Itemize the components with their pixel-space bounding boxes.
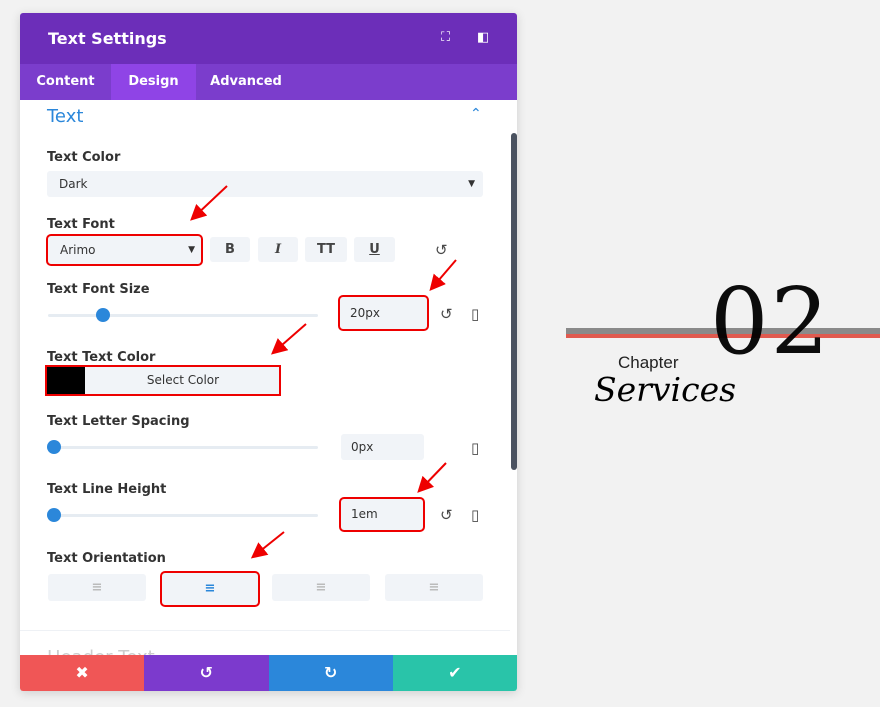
arrow: [270, 323, 307, 355]
arrow: [190, 185, 228, 221]
arrow: [417, 462, 447, 493]
chapter-title: Services: [594, 370, 737, 409]
arrow: [429, 259, 457, 292]
arrow: [250, 531, 285, 559]
chapter-number: 02: [710, 268, 832, 375]
